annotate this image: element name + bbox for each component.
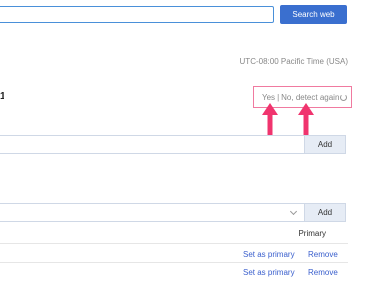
divider <box>0 262 348 263</box>
add-button-2[interactable]: Add <box>304 203 346 222</box>
chevron-down-icon <box>289 207 298 216</box>
divider <box>0 243 348 244</box>
primary-column-header: Primary <box>298 229 326 238</box>
refresh-icon[interactable] <box>340 94 348 101</box>
add-item-input[interactable] <box>0 135 304 154</box>
add-button[interactable]: Add <box>304 135 346 154</box>
remove-link[interactable]: Remove <box>308 250 338 259</box>
set-as-primary-link[interactable]: Set as primary <box>243 268 295 277</box>
add-item-select[interactable] <box>0 203 304 222</box>
search-input[interactable] <box>0 6 274 23</box>
set-as-primary-link[interactable]: Set as primary <box>243 250 295 259</box>
remove-link[interactable]: Remove <box>308 268 338 277</box>
search-web-button[interactable]: Search web <box>280 5 347 24</box>
timezone-label: UTC-08:00 Pacific Time (USA) <box>239 57 348 66</box>
section-label-cropped: 1 <box>0 92 4 102</box>
